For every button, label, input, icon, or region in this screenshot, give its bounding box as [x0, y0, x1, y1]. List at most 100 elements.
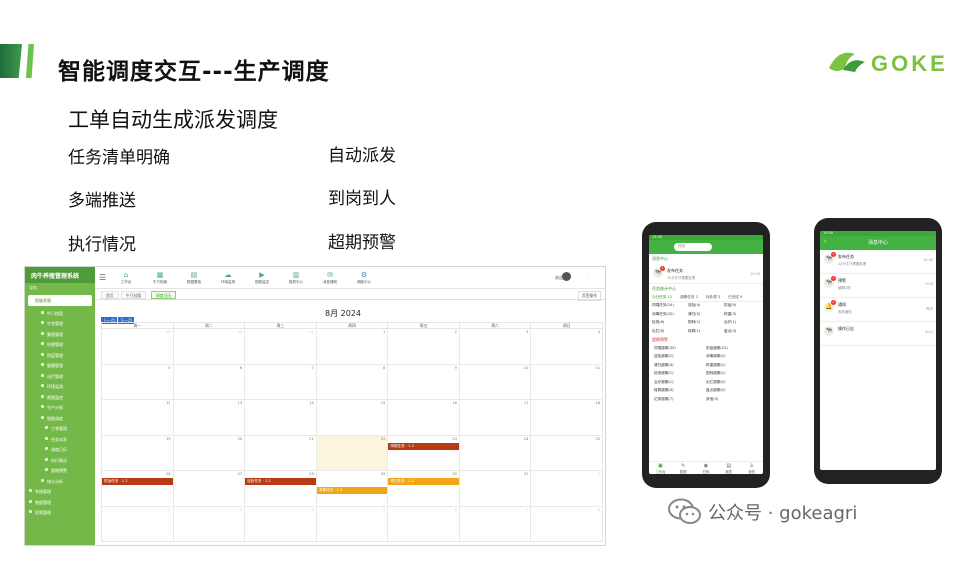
calendar-day[interactable]: 20 — [172, 435, 245, 471]
alert-stat[interactable]: 称重超期(1) — [706, 363, 758, 368]
task-stat[interactable]: 配种(2) — [688, 320, 724, 325]
sidebar-item[interactable]: 工单管理 — [25, 423, 95, 434]
tab-ops-button[interactable]: 页签操作 — [577, 291, 601, 301]
calendar-day[interactable]: 23 饲喂任务 · 1-2 — [387, 435, 459, 471]
calendar-day[interactable]: 5 — [315, 506, 388, 542]
calendar-day[interactable]: 9 — [387, 364, 459, 400]
calendar-event[interactable]: 清扫任务 · 1-2 — [388, 478, 459, 485]
calendar-day[interactable]: 19 — [101, 435, 173, 471]
calendar-day[interactable]: 21 — [244, 435, 316, 471]
sidebar-item[interactable]: 智能调度 — [25, 413, 95, 424]
alert-stat[interactable]: 饲喂超期(30) — [654, 346, 706, 351]
toolbar-button[interactable]: ⚙ 调度中心 — [349, 270, 379, 285]
calendar-event[interactable]: 消毒任务 · 1-2 — [316, 487, 388, 494]
message-item[interactable]: 🔔 2 通知 系统通知 昨天 — [820, 298, 936, 322]
calendar-day[interactable]: 15 — [315, 400, 388, 436]
alert-stat[interactable]: 消毒超期(2) — [706, 354, 758, 359]
sidebar-item[interactable]: 任务派发 — [25, 434, 95, 445]
bottom-nav-item[interactable]: ♙ 我的 — [740, 462, 763, 474]
alert-stat[interactable]: 配种超期(1) — [706, 371, 758, 376]
task-stat[interactable]: 清扫(5) — [688, 312, 724, 317]
calendar-day[interactable]: 2 — [387, 329, 459, 365]
calendar-day[interactable]: 11 — [530, 364, 604, 400]
calendar-day[interactable]: 7 — [458, 506, 531, 542]
sidebar-item[interactable]: 视频监控 — [25, 392, 95, 403]
sidebar-item[interactable]: 牛舍管理 — [25, 318, 95, 329]
alert-stat[interactable]: 转群超期(4) — [654, 388, 706, 393]
task-tab[interactable]: 今日任务 12 — [652, 295, 672, 300]
toolbar-button[interactable]: ▤ 数据看板 — [179, 270, 209, 285]
sidebar-item[interactable]: 执行情况 — [25, 455, 95, 466]
calendar-day[interactable]: 29 消毒任务 · 1-2 — [315, 471, 388, 507]
calendar-day[interactable]: 28 巡检任务 · 1-2 — [244, 471, 316, 507]
alert-stat[interactable]: 出栏超期(2) — [706, 380, 758, 385]
task-stat[interactable]: 饲喂任务(24) — [652, 303, 688, 308]
alert-stat[interactable]: 巡检超期(1) — [654, 354, 706, 359]
calendar-day[interactable]: 27 — [172, 471, 245, 507]
calendar-day[interactable]: 16 — [387, 400, 459, 436]
calendar-day[interactable]: 26 防疫任务 · 1-2 — [101, 471, 173, 507]
tab-dispatch-calendar[interactable]: 调度日历 — [151, 291, 177, 299]
bottom-nav-item[interactable]: ▣ 工作台 — [649, 462, 672, 474]
bottom-nav-item[interactable]: ◉ 扫码 — [695, 462, 718, 474]
tab-home[interactable]: 首页 — [101, 291, 119, 299]
calendar-event[interactable]: 防疫任务 · 1-2 — [102, 478, 173, 485]
sidebar-item[interactable]: 防疫管理 — [25, 350, 95, 361]
calendar-day[interactable]: 6 — [387, 506, 459, 542]
toolbar-button[interactable]: ☁ 环境监测 — [213, 270, 243, 285]
alert-stat[interactable]: 防疫超期(22) — [706, 346, 758, 351]
calendar-event[interactable]: 巡检任务 · 1-2 — [245, 478, 316, 485]
calendar-day[interactable]: 29 — [101, 329, 173, 365]
sidebar-item[interactable]: 环境监测 — [25, 381, 95, 392]
task-stat[interactable]: 检测(6) — [652, 320, 688, 325]
task-stat[interactable]: 转群(1) — [688, 329, 724, 334]
toolbar-button[interactable]: ▶ 视频监控 — [247, 270, 277, 285]
alert-stat[interactable]: 清扫超期(4) — [654, 363, 706, 368]
alert-stat[interactable]: 盘点超期(2) — [706, 388, 758, 393]
calendar-day[interactable]: 13 — [172, 400, 245, 436]
calendar-day[interactable]: 31 — [244, 329, 316, 365]
toolbar-button[interactable]: ▦ 牛只档案 — [145, 270, 175, 285]
sidebar-item[interactable]: 智能养殖 — [28, 295, 92, 306]
bottom-nav-item[interactable]: ✎ 数据 — [672, 462, 695, 474]
calendar-day[interactable]: 25 — [530, 435, 604, 471]
calendar-day[interactable]: 7 — [244, 364, 316, 400]
task-tab[interactable]: 超期任务 2 — [680, 295, 698, 300]
alert-stat[interactable]: 治疗超期(1) — [654, 380, 706, 385]
calendar-day[interactable]: 14 — [244, 400, 316, 436]
task-stat[interactable]: 称重(3) — [724, 312, 760, 317]
sidebar-item[interactable]: 超期预警 — [25, 465, 95, 476]
tab-cattle-archive[interactable]: 牛只档案 — [121, 291, 147, 299]
calendar-day[interactable]: 18 — [530, 400, 604, 436]
message-item[interactable]: 🐄 1 发布任务 12头牛只需要处理 10:30 — [649, 264, 763, 284]
task-stat[interactable]: 盘点(3) — [724, 329, 760, 334]
alert-stat[interactable]: 记录超期(7) — [654, 397, 706, 402]
calendar-day[interactable]: 3 — [172, 506, 245, 542]
calendar-day[interactable]: 5 — [101, 364, 173, 400]
menu-icon[interactable]: ☰ — [99, 273, 106, 282]
calendar-day[interactable]: 10 — [458, 364, 531, 400]
message-item[interactable]: 🐄 操作日志 8:12 — [820, 322, 936, 346]
calendar-day[interactable]: 17 — [458, 400, 531, 436]
calendar-day[interactable]: 30 清扫任务 · 1-2 — [387, 471, 459, 507]
toolbar-button[interactable]: ▥ 报表中心 — [281, 270, 311, 285]
calendar-day[interactable]: 3 — [458, 329, 531, 365]
calendar-day[interactable]: 1 — [315, 329, 388, 365]
sidebar-item[interactable]: 权限管理 — [25, 507, 95, 518]
task-stat[interactable]: 巡检(4) — [688, 303, 724, 308]
sidebar-item[interactable]: 统计分析 — [25, 476, 95, 487]
task-stat[interactable]: 治疗(1) — [724, 320, 760, 325]
calendar-day[interactable]: 24 — [458, 435, 531, 471]
search-input[interactable]: 搜索 — [674, 243, 712, 251]
more-icon[interactable]: ⋮ — [585, 276, 589, 281]
sidebar-item[interactable]: 数据管理 — [25, 497, 95, 508]
alert-stat[interactable]: 检测超期(1) — [654, 371, 706, 376]
calendar-day[interactable]: 1 — [530, 471, 604, 507]
sidebar-item[interactable]: 牛只档案 — [25, 308, 95, 319]
task-tab[interactable]: 已完成 9 — [728, 295, 742, 300]
task-stat[interactable]: 防疫(9) — [724, 303, 760, 308]
sidebar-item[interactable]: 生产计划 — [25, 402, 95, 413]
message-item[interactable]: 🐄 1 发布任务 12头牛只需要处理 10:30 — [820, 250, 936, 274]
calendar-day[interactable]: 8 — [315, 364, 388, 400]
calendar-day[interactable]: 4 — [530, 329, 604, 365]
